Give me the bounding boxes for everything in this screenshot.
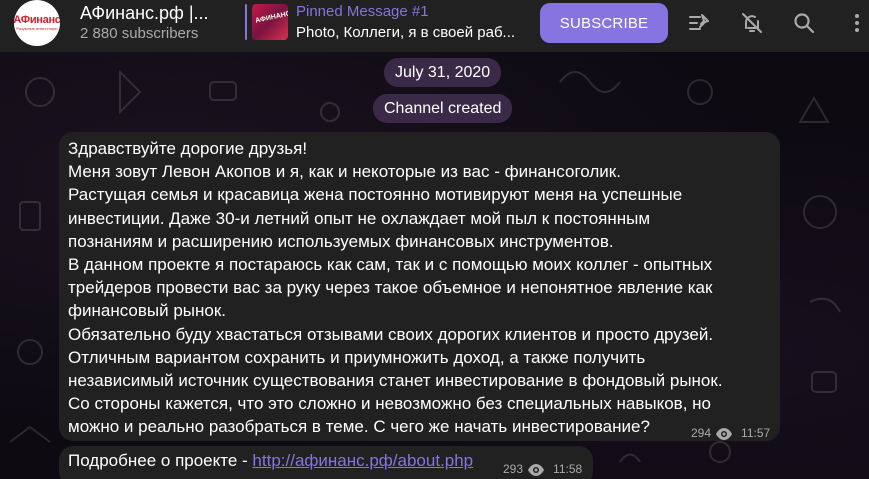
message-line: Обязательно буду хвастаться отзывами сво… [68,324,714,344]
view-count: 293 [503,462,524,476]
pinned-message-thumbnail[interactable]: АФИНАНС [252,4,288,40]
avatar-logo-text: АФинанс [14,14,60,26]
pinned-message-text[interactable]: Photo, Коллеги, я в своей раб... [296,24,518,41]
message-line: Меня зовут Левон Акопов и я, как и некот… [68,162,621,182]
channel-created-notice: Channel created [373,94,513,123]
mute-icon[interactable] [739,10,765,36]
eye-icon [528,463,545,476]
subscriber-count: 2 880 subscribers [80,25,199,42]
message-line: Растущая семья и красавица жена постоянн… [68,185,683,205]
message-line: трейдеров провести вас за руку через так… [68,278,713,298]
project-link[interactable]: http://афинанс.рф/about.php [252,451,473,470]
message-line: финансовый рынок. [68,301,227,321]
message-line: Со стороны кажется, что это сложно и нев… [68,394,711,414]
message-line: можно и реально разобраться в теме. С че… [68,417,650,437]
message-meta: 294 11:57 [691,422,770,445]
eye-icon [716,427,733,440]
date-separator: July 31, 2020 [384,58,502,87]
message-line: инвестиции. Даже 30-и летний опыт не охл… [68,208,651,228]
message-line: познаниям и расширению используемых фина… [68,231,614,251]
pinned-message-label[interactable]: Pinned Message #1 [296,3,429,20]
pinned-thumb-text: АФИНАНС [254,10,288,25]
message-time: 11:57 [741,426,771,440]
message-bubble[interactable]: Здравствуйте дорогие друзья! Меня зовут … [59,132,780,441]
message-bubble[interactable]: Подробнее о проекте - http://афинанс.рф/… [59,446,593,479]
message-line: В данном проекте я постараюсь как сам, т… [68,255,713,275]
message-line: Здравствуйте дорогие друзья! [68,139,308,158]
view-count: 294 [691,426,712,440]
channel-title[interactable]: АФинанс.рф |... [80,3,209,24]
pinned-indicator-bar [245,4,247,40]
subscribe-button[interactable]: SUBSCRIBE [540,3,668,43]
search-icon[interactable] [791,10,817,36]
message-text: Подробнее о проекте - [68,451,253,470]
chat-header: АФинанс Разумные инвестиции АФинанс.рф |… [0,0,869,52]
message-meta: 293 11:58 [503,458,582,479]
pin-list-icon[interactable] [686,10,712,36]
message-line: независимый источник существования стане… [68,371,723,391]
message-time: 11:58 [553,462,583,476]
more-vertical-icon[interactable] [844,10,869,36]
channel-avatar[interactable]: АФинанс Разумные инвестиции [14,0,60,46]
message-line: Отличным вариантом сохранить и приумножи… [68,347,646,367]
avatar-logo-subtitle: Разумные инвестиции [16,26,58,31]
